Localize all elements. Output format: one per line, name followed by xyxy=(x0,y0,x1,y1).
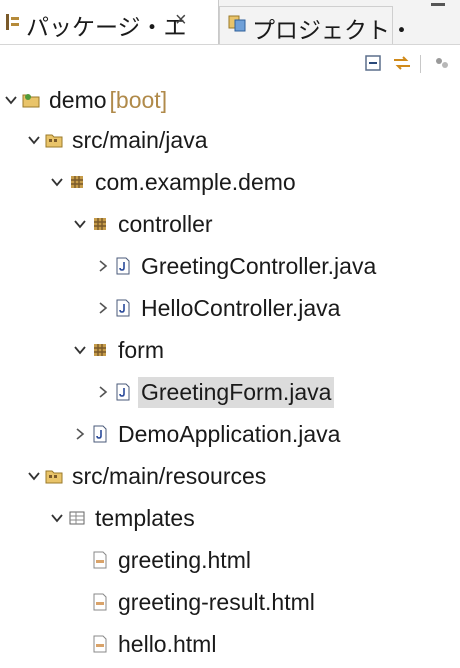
tree-item-label: com.example.demo xyxy=(95,168,296,195)
project-explorer-icon xyxy=(228,15,246,32)
tree-item-demo-application[interactable]: DemoApplication.java xyxy=(73,414,343,454)
chevron-down-icon[interactable] xyxy=(73,343,87,357)
tree-item-greeting-html[interactable]: greeting.html xyxy=(91,540,254,580)
tree-item-hello-html[interactable]: hello.html xyxy=(91,624,219,664)
tree-item-label: DemoApplication.java xyxy=(118,420,341,447)
chevron-down-icon[interactable] xyxy=(4,93,18,107)
chevron-down-icon[interactable] xyxy=(27,469,41,483)
view-menu-icon[interactable] xyxy=(430,51,454,75)
java-file-icon xyxy=(93,425,107,443)
tab-project-explorer-label: プロジェクト・ xyxy=(252,17,413,43)
boot-decoration: [boot] xyxy=(109,86,168,113)
tree-item-label: GreetingForm.java xyxy=(138,376,335,408)
folder-icon xyxy=(69,511,85,525)
tree-item-src-main-java[interactable]: src/main/java xyxy=(27,120,210,160)
package-icon xyxy=(71,176,83,188)
view-tab-bar: パッケージ・エ × プロジェクト・ xyxy=(0,0,460,45)
tree-item-greeting-form[interactable]: GreetingForm.java xyxy=(96,372,335,412)
package-icon xyxy=(94,344,106,356)
html-file-icon xyxy=(93,635,107,653)
chevron-down-icon[interactable] xyxy=(73,217,87,231)
tree-item-label: hello.html xyxy=(118,630,217,657)
java-file-icon xyxy=(116,299,130,317)
tab-project-explorer[interactable]: プロジェクト・ xyxy=(219,6,413,45)
package-explorer-icon xyxy=(6,14,19,30)
tree-item-form[interactable]: form xyxy=(73,330,167,370)
toolbar-separator xyxy=(420,55,421,73)
tree-item-label: HelloController.java xyxy=(141,294,341,321)
source-folder-icon xyxy=(45,134,63,148)
tree-item-label: GreetingController.java xyxy=(141,252,377,279)
chevron-down-icon[interactable] xyxy=(27,133,41,147)
tree-item-label: src/main/resources xyxy=(72,462,267,489)
tree-item-demo[interactable]: demo [boot] xyxy=(4,80,170,120)
tree-item-com-example-demo[interactable]: com.example.demo xyxy=(50,162,299,202)
chevron-right-icon[interactable] xyxy=(96,301,110,315)
tree-item-controller[interactable]: controller xyxy=(73,204,216,244)
tree-item-label: templates xyxy=(95,504,195,531)
package-icon xyxy=(94,218,106,230)
tab-package-explorer-label: パッケージ・エ xyxy=(26,14,187,40)
tree-item-label: greeting-result.html xyxy=(118,588,315,615)
close-icon[interactable]: × xyxy=(175,9,187,32)
minimize-icon[interactable] xyxy=(431,3,445,6)
tree-item-label: demo xyxy=(49,86,107,113)
html-file-icon xyxy=(93,593,107,611)
link-with-editor-icon[interactable] xyxy=(390,51,414,75)
tree-item-label: form xyxy=(118,336,164,363)
source-folder-icon xyxy=(45,470,63,484)
java-file-icon xyxy=(116,257,130,275)
tree-item-greeting-controller[interactable]: GreetingController.java xyxy=(96,246,379,286)
tree-item-label: src/main/java xyxy=(72,126,208,153)
chevron-right-icon[interactable] xyxy=(73,427,87,441)
collapse-all-icon[interactable] xyxy=(362,51,386,75)
tree-item-src-main-resources[interactable]: src/main/resources xyxy=(27,456,269,496)
tree-item-greeting-result-html[interactable]: greeting-result.html xyxy=(91,582,318,622)
view-toolbar xyxy=(0,44,460,81)
chevron-down-icon[interactable] xyxy=(50,175,64,189)
tree-item-hello-controller[interactable]: HelloController.java xyxy=(96,288,343,328)
tree-item-label: greeting.html xyxy=(118,546,251,573)
tab-package-explorer[interactable]: パッケージ・エ × xyxy=(0,0,219,44)
chevron-right-icon[interactable] xyxy=(96,385,110,399)
chevron-right-icon[interactable] xyxy=(96,259,110,273)
project-icon xyxy=(22,94,40,108)
html-file-icon xyxy=(93,551,107,569)
java-file-icon xyxy=(116,383,130,401)
tree-item-label: controller xyxy=(118,210,213,237)
chevron-down-icon[interactable] xyxy=(50,511,64,525)
tree-item-templates[interactable]: templates xyxy=(50,498,198,538)
